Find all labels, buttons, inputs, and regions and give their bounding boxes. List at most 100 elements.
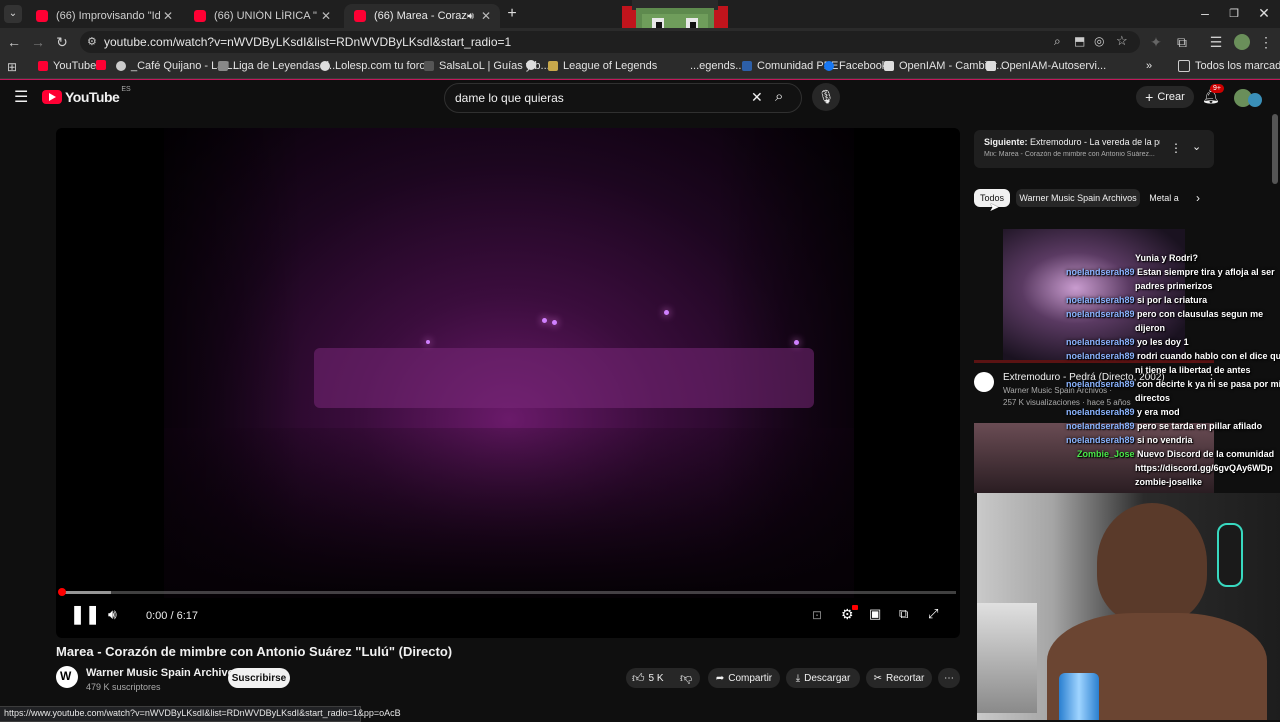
time-display: 0:00 / 6:17 [146,610,198,622]
browser-tab-active[interactable]: (66) Marea - Corazón de m 🔊︎ ✕ [344,4,500,28]
expand-chevron-icon[interactable]: ⌄ [1192,140,1201,153]
more-menu-icon[interactable]: ⋮ [1256,34,1276,51]
progress-bar[interactable] [62,591,956,594]
page-scrollbar[interactable] [1272,114,1278,184]
more-actions-icon[interactable]: ⋯ [938,668,960,688]
miniplayer-icon[interactable]: ▣ [869,606,881,622]
new-tab-button[interactable]: + [504,5,520,23]
browser-tab[interactable]: (66) UNIÓN LÍRICA " Sin parar" ✕ [184,4,340,28]
hamburger-menu-icon[interactable]: ☰ [14,87,28,107]
notification-badge: 9+ [1210,84,1224,93]
download-button[interactable]: ⤓ Descargar [786,668,860,688]
region-code: ES [121,85,131,93]
bookmark-item[interactable]: Lolesp.com tu foro... [320,60,435,72]
openiam-icon [884,61,894,71]
stage-light [794,340,799,345]
bookmark-item[interactable] [526,60,541,70]
forward-icon[interactable]: → [28,34,48,50]
bookmark-item[interactable] [96,60,111,70]
streamer-silhouette [1097,503,1207,623]
clear-search-icon[interactable]: ✕ [751,89,763,106]
chat-line: https://discord.gg/6gvQAy6WDp [1135,463,1273,473]
clip-button[interactable]: ✂ Recortar [866,668,932,688]
chat-line: noelandserah89 yo les doy 1 [1066,337,1189,347]
site-info-icon[interactable]: ⚙ [87,35,97,48]
bookmark-item[interactable]: League of Legends [548,60,657,72]
thumbs-down-icon: 👎︎ [680,671,693,685]
related-meta: 257 K visualizaciones · hace 5 años [1003,398,1131,407]
tab-search-button[interactable]: ⌄ [4,5,22,23]
close-tab-icon[interactable]: ✕ [478,9,494,23]
apps-grid-icon[interactable]: ⊞ [7,60,17,74]
profile-avatar[interactable] [1234,34,1250,50]
search-box[interactable]: dame lo que quieras ✕ ⌕ [444,83,802,113]
scrubber-handle[interactable] [58,588,66,596]
cast-icon[interactable]: ⧉ [899,606,908,622]
chat-line: noelandserah89 si por la criatura [1066,295,1208,305]
pause-icon[interactable]: ❚❚ [70,604,100,625]
chat-line: noelandserah89 rodri cuando hablo con el… [1066,351,1280,361]
browser-toolbar: ← → ↻ ⚙ youtube.com/watch?v=nWVDByLKsdI&… [0,28,1280,56]
tab-title: (66) Marea - Corazón de m [374,10,468,22]
close-tab-icon[interactable]: ✕ [160,9,176,23]
bookmark-item[interactable]: YouTube [38,60,96,72]
hd-badge [852,605,858,610]
next-more-icon[interactable]: ⋮ [1170,141,1182,155]
close-tab-icon[interactable]: ✕ [318,9,334,23]
extension-icon[interactable]: ✦ [1146,34,1166,51]
search-input[interactable]: dame lo que quieras [455,91,564,105]
drink-can [1059,673,1099,720]
dislike-button[interactable]: 👎︎ [680,671,692,686]
stage-light [552,320,557,325]
restore-icon[interactable]: ❐ [1222,7,1246,20]
create-button[interactable]: + Crear [1136,86,1194,108]
close-window-icon[interactable]: ✕ [1252,5,1276,22]
browser-tab[interactable]: (66) Improvisando "Idilio" en La ✕ [26,4,182,28]
volume-icon[interactable]: 🔊︎ [108,606,117,623]
address-bar[interactable]: ⚙ youtube.com/watch?v=nWVDByLKsdI&list=R… [80,31,1140,53]
globe-icon [116,61,126,71]
star-bookmark-icon[interactable]: ☆ [1116,33,1128,49]
chat-line: dijeron [1135,323,1166,333]
chat-line: ni tiene la libertad de antes [1135,365,1251,375]
youtube-logo[interactable]: YouTube ES [42,85,131,105]
eye-off-icon[interactable]: ◎ [1094,34,1104,48]
search-icon[interactable]: ⌕ [775,88,783,105]
voice-search-icon[interactable]: 🎙︎ [812,83,840,111]
chat-line: Yunia y Rodri? [1135,253,1199,263]
account-switch-avatar[interactable] [1248,93,1262,107]
share-button[interactable]: ➦ Compartir [708,668,780,688]
minimize-icon[interactable]: – [1193,5,1217,21]
channel-avatar[interactable]: W [56,666,78,688]
puzzle-extensions-icon[interactable]: ⧉ [1172,34,1192,51]
reload-icon[interactable]: ↻ [52,34,72,51]
chip-metal[interactable]: Metal a [1146,189,1182,207]
chat-line: noelandserah89 pero se tarda en pillar a… [1066,421,1263,431]
next-subtitle: Mix: Marea - Corazón de mimbre con Anton… [984,151,1155,158]
bookmarks-overflow-icon[interactable]: » [1146,60,1152,72]
chips-next-icon[interactable]: › [1196,191,1200,205]
video-player[interactable]: ❚❚ 🔊︎ 0:00 / 6:17 ⊡ ⚙ ▣ ⧉ ⤢ [56,128,960,638]
video-frame[interactable] [164,128,854,598]
bookmark-item[interactable]: Facebook [824,60,887,72]
next-up-panel[interactable]: Siguiente: Extremoduro - La vereda de la… [974,130,1214,168]
zoom-icon[interactable]: ⌕ [1054,34,1061,49]
related-channel-avatar[interactable] [974,372,994,392]
video-title: Marea - Corazón de mimbre con Antonio Su… [56,644,453,659]
subscribe-button[interactable]: Suscribirse [228,668,290,688]
audio-playing-icon[interactable]: 🔊︎ [468,11,474,22]
fullscreen-icon[interactable]: ⤢ [928,606,938,622]
channel-name[interactable]: Warner Music Spain Archivos [86,667,240,679]
youtube-favicon-icon [354,10,366,22]
like-button[interactable]: 👍︎ 5 K [632,671,664,686]
install-app-icon[interactable]: ⬒ [1074,34,1085,48]
shelf-items [977,603,1037,713]
back-icon[interactable]: ← [4,34,24,50]
chip-warner[interactable]: Warner Music Spain Archivos [1016,189,1140,207]
all-bookmarks[interactable]: Todos los marcadores [1178,60,1280,72]
reading-list-icon[interactable]: ☰ [1206,34,1226,51]
bookmark-item[interactable]: ...egends... [690,60,744,72]
subtitles-icon[interactable]: ⊡ [812,608,822,622]
share-icon: ➦ [715,672,725,684]
bookmark-item[interactable]: OpenIAM-Autoservi... [986,60,1106,72]
